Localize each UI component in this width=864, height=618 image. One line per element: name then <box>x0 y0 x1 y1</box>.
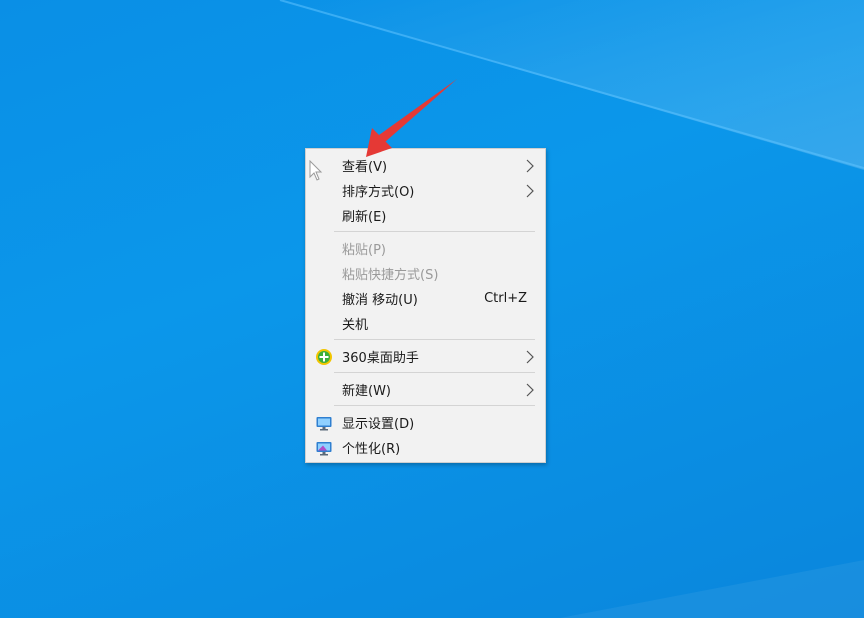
menu-item-label: 关机 <box>342 318 369 333</box>
menu-item-label: 显示设置(D) <box>342 417 415 432</box>
menu-item-label: 新建(W) <box>342 384 391 399</box>
chevron-right-icon <box>526 383 534 397</box>
menu-item-shutdown[interactable]: 关机 <box>306 311 545 336</box>
menu-separator <box>334 231 535 232</box>
menu-item-label: 360桌面助手 <box>342 351 419 366</box>
menu-item-paste: 粘贴(P) <box>306 236 545 261</box>
menu-item-new[interactable]: 新建(W) <box>306 377 545 402</box>
display-settings-icon <box>316 417 332 431</box>
menu-item-sort-by[interactable]: 排序方式(O) <box>306 178 545 203</box>
menu-item-display-settings[interactable]: 显示设置(D) <box>306 410 545 435</box>
chevron-right-icon <box>526 350 534 364</box>
menu-separator <box>334 405 535 406</box>
menu-separator <box>334 372 535 373</box>
menu-item-label: 粘贴(P) <box>342 243 386 258</box>
menu-item-shortcut: Ctrl+Z <box>484 291 527 306</box>
menu-item-label: 撤消 移动(U) <box>342 293 418 308</box>
menu-item-view[interactable]: 查看(V) <box>306 153 545 178</box>
menu-item-label: 个性化(R) <box>342 442 401 457</box>
menu-item-label: 刷新(E) <box>342 210 387 225</box>
chevron-right-icon <box>526 184 534 198</box>
360-desktop-assistant-icon <box>316 349 332 365</box>
menu-item-label: 粘贴快捷方式(S) <box>342 268 439 283</box>
menu-item-undo-move[interactable]: 撤消 移动(U) Ctrl+Z <box>306 286 545 311</box>
personalize-icon <box>316 442 332 456</box>
menu-item-paste-shortcut: 粘贴快捷方式(S) <box>306 261 545 286</box>
menu-item-360-desktop-assistant[interactable]: 360桌面助手 <box>306 344 545 369</box>
chevron-right-icon <box>526 159 534 173</box>
mouse-pointer-icon <box>309 160 323 181</box>
menu-item-personalize[interactable]: 个性化(R) <box>306 435 545 460</box>
menu-item-label: 排序方式(O) <box>342 185 415 200</box>
menu-item-refresh[interactable]: 刷新(E) <box>306 203 545 228</box>
menu-item-label: 查看(V) <box>342 160 388 175</box>
desktop-context-menu: 查看(V) 排序方式(O) 刷新(E) 粘贴(P) 粘贴快捷方式(S) 撤消 移… <box>305 148 546 463</box>
menu-separator <box>334 339 535 340</box>
